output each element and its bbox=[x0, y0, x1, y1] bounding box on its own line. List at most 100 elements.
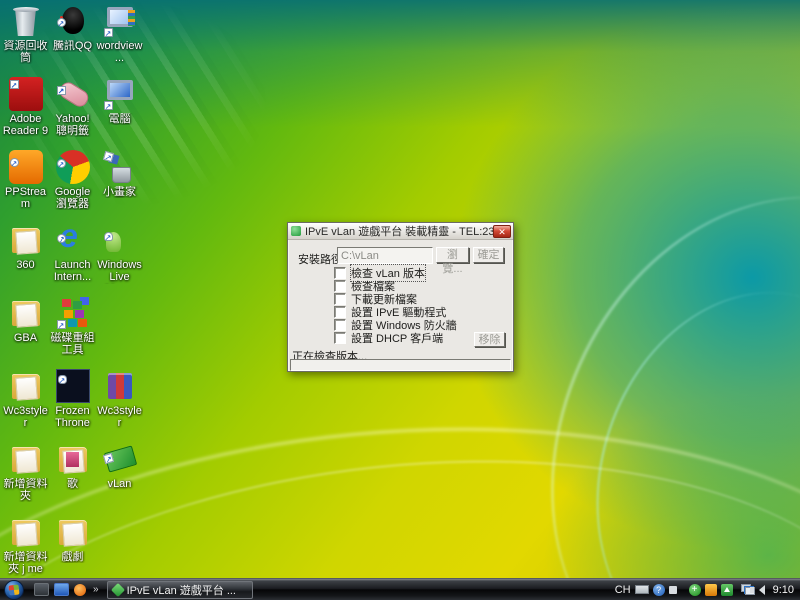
folder-icon bbox=[9, 442, 43, 476]
desktop-icon[interactable]: 新增資料夾 j me book bbox=[2, 515, 49, 578]
desktop-icon-label: Launch Intern... bbox=[49, 259, 96, 283]
desktop-icon[interactable]: 資源回收筒 bbox=[2, 4, 49, 77]
desktop-icon[interactable]: Launch Intern... bbox=[49, 223, 96, 296]
desktop-icon-label: Adobe Reader 9 bbox=[2, 113, 49, 137]
keyboard-icon[interactable] bbox=[635, 585, 649, 594]
msn-icon bbox=[103, 223, 137, 257]
desktop-icon[interactable]: Wc3styler bbox=[96, 369, 143, 442]
help-icon[interactable]: ? bbox=[653, 584, 665, 596]
media-player-icon[interactable] bbox=[74, 584, 86, 596]
desktop-icon[interactable]: wordview... bbox=[96, 4, 143, 77]
volume-icon[interactable] bbox=[759, 585, 765, 595]
desktop-icon[interactable]: Adobe Reader 9 bbox=[2, 77, 49, 150]
chevron-more-icon[interactable]: » bbox=[93, 584, 99, 595]
antivirus-icon[interactable]: + bbox=[689, 584, 701, 596]
checkbox-row: 設置 DHCP 客戶端 bbox=[334, 331, 457, 344]
paint-icon bbox=[103, 150, 137, 184]
language-indicator[interactable]: CH bbox=[615, 584, 631, 596]
start-button[interactable] bbox=[4, 580, 24, 600]
desktop-icon[interactable]: 新增資料夾 bbox=[2, 442, 49, 515]
recycle-icon bbox=[9, 4, 43, 38]
desktop-icon-label: 新增資料夾 j me book bbox=[2, 551, 49, 576]
switch-windows-icon[interactable] bbox=[34, 583, 49, 596]
desktop-icon[interactable]: 360 bbox=[2, 223, 49, 296]
desktop-icon-label: wordview... bbox=[96, 40, 143, 64]
desktop-icon[interactable]: PPStream bbox=[2, 150, 49, 223]
desktop-icon[interactable]: Wc3styler bbox=[2, 369, 49, 442]
icon-inlay bbox=[128, 10, 135, 26]
install-path-input[interactable] bbox=[337, 247, 433, 264]
winrar-icon bbox=[103, 369, 137, 403]
checkbox[interactable] bbox=[334, 332, 346, 344]
ok-button[interactable]: 確定 bbox=[473, 247, 504, 263]
updater-icon[interactable] bbox=[705, 584, 717, 596]
desktop-icon-label: 磁碟重組工具 bbox=[49, 332, 96, 356]
checkbox[interactable] bbox=[334, 319, 346, 331]
desktop-icon[interactable]: 電腦 bbox=[96, 77, 143, 150]
vlan-app-icon bbox=[110, 582, 124, 596]
desktop-icon-label: Frozen Throne bbox=[49, 405, 96, 429]
desktop-icon-label: Google 瀏覽器 bbox=[49, 186, 96, 210]
desktop-icon-label: 騰訊QQ bbox=[49, 40, 96, 52]
desktop-icon[interactable]: GBA bbox=[2, 296, 49, 369]
folder-icon bbox=[9, 223, 43, 257]
desktop-icon[interactable]: 小畫家 bbox=[96, 150, 143, 223]
desktop-icon[interactable]: Frozen Throne bbox=[49, 369, 96, 442]
desktop-icon-label: GBA bbox=[2, 332, 49, 344]
quick-launch: » bbox=[34, 583, 99, 596]
desktop-icon-label: 360 bbox=[2, 259, 49, 271]
progress-bar bbox=[290, 359, 511, 371]
desktop-icon-label: Yahoo! 聰明籤 bbox=[49, 113, 96, 137]
checkbox-label[interactable]: 設置 DHCP 客戶端 bbox=[351, 330, 443, 346]
desktop-icon-label: Windows Live Mes... bbox=[96, 259, 143, 284]
desktop-icon-label: 電腦 bbox=[96, 113, 143, 125]
desktop-icon-label: 小畫家 bbox=[96, 186, 143, 198]
taskbar-button-installer[interactable]: IPvE vLan 遊戲平台 ... bbox=[107, 581, 253, 599]
browse-button[interactable]: 瀏覽... bbox=[436, 247, 469, 263]
folder-icon bbox=[9, 296, 43, 330]
close-icon[interactable]: ✕ bbox=[493, 225, 511, 238]
vlan-tray-icon[interactable] bbox=[721, 584, 733, 596]
folder-icon bbox=[56, 442, 90, 476]
desktop-icon-label: 歌 bbox=[49, 478, 96, 490]
chrome-icon bbox=[56, 150, 90, 184]
wordview-icon bbox=[103, 4, 137, 38]
show-desktop-icon[interactable] bbox=[54, 583, 69, 596]
war3-icon bbox=[56, 369, 90, 403]
desktop-icon[interactable]: Google 瀏覽器 bbox=[49, 150, 96, 223]
windows-logo-icon bbox=[9, 584, 20, 595]
tray-app-icon[interactable] bbox=[669, 586, 677, 594]
checkbox[interactable] bbox=[334, 267, 346, 279]
desktop-icon[interactable]: Yahoo! 聰明籤 bbox=[49, 77, 96, 150]
clock[interactable]: 9:10 bbox=[773, 584, 794, 596]
checkbox[interactable] bbox=[334, 306, 346, 318]
desktop-icon-label: PPStream bbox=[2, 186, 49, 210]
yahoo-icon bbox=[56, 77, 90, 111]
dialog-title: IPvE vLan 遊戲平台 裝載精靈 - TEL:23873177 bbox=[305, 223, 493, 239]
empty-slot bbox=[96, 296, 143, 369]
remove-button[interactable]: 移除 bbox=[474, 332, 505, 347]
taskbar: » IPvE vLan 遊戲平台 ... CH ? + 9:10 bbox=[0, 578, 800, 600]
checkbox[interactable] bbox=[334, 293, 346, 305]
checkbox-group: 檢查 vLan 版本檢查檔案下載更新檔案設置 IPvE 驅動程式設置 Windo… bbox=[334, 266, 457, 344]
desktop-icon[interactable]: Windows Live Mes... bbox=[96, 223, 143, 296]
desktop-icon-label: vLan bbox=[96, 478, 143, 490]
desktop-icon[interactable]: vLan bbox=[96, 442, 143, 515]
desktop-icon[interactable]: 磁碟重組工具 bbox=[49, 296, 96, 369]
desktop-icon-label: 戲劇 bbox=[49, 551, 96, 563]
folder-icon bbox=[56, 515, 90, 549]
app-icon bbox=[291, 226, 301, 236]
folder-icon bbox=[9, 369, 43, 403]
adobe-icon bbox=[9, 77, 43, 111]
pps-icon bbox=[9, 150, 43, 184]
system-tray: CH ? + 9:10 bbox=[615, 584, 800, 596]
desktop-icon-label: 資源回收筒 bbox=[2, 40, 49, 64]
desktop-icon[interactable]: 歌 bbox=[49, 442, 96, 515]
desktop-icon[interactable]: 騰訊QQ bbox=[49, 4, 96, 77]
vlan-icon bbox=[103, 442, 137, 476]
checkbox[interactable] bbox=[334, 280, 346, 292]
desktop-wallpaper: 資源回收筒騰訊QQwordview... Adobe Reader 9Yahoo!… bbox=[0, 0, 800, 578]
desktop-icon[interactable]: 戲劇 bbox=[49, 515, 96, 578]
desktop-icon-label: Wc3styler bbox=[2, 405, 49, 429]
dialog-titlebar[interactable]: IPvE vLan 遊戲平台 裝載精靈 - TEL:23873177 ✕ bbox=[288, 223, 513, 240]
